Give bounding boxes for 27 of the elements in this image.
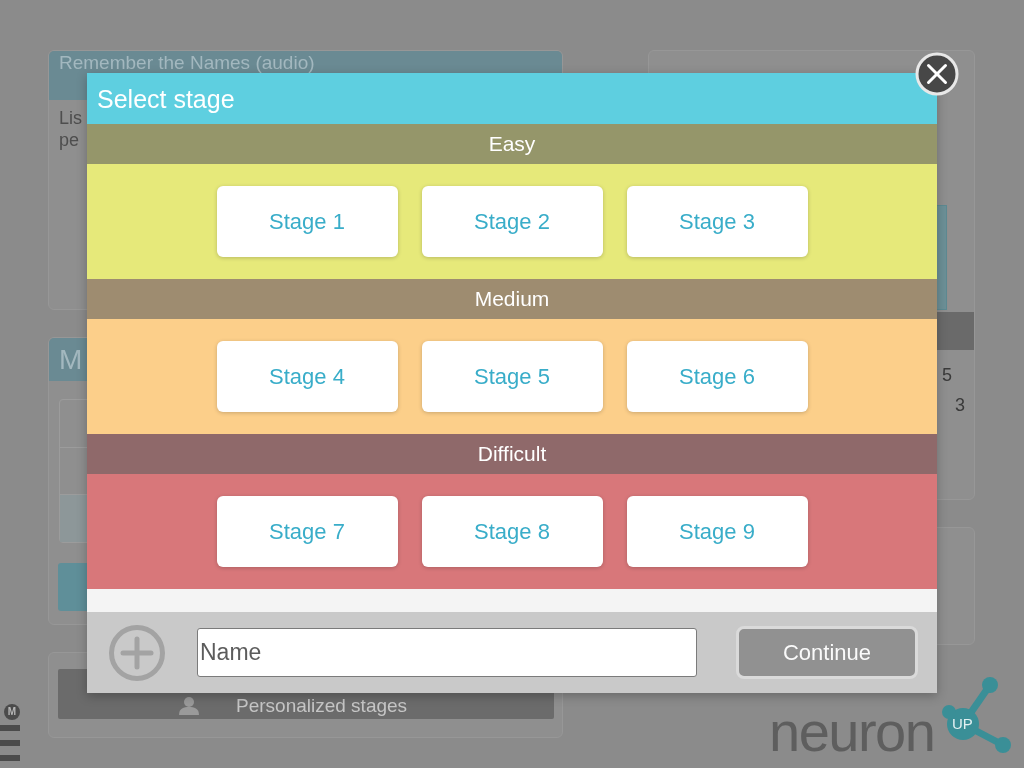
stage-button[interactable]: Stage 1 (216, 186, 398, 257)
info-text: 5 (942, 364, 952, 387)
description-text: Lis pe (59, 107, 82, 151)
add-button[interactable] (109, 624, 165, 681)
stage-button[interactable]: Stage 6 (626, 341, 808, 412)
close-icon (915, 52, 959, 96)
card-title: M (59, 343, 83, 377)
stage-button[interactable]: Stage 3 (626, 186, 808, 257)
stage-button[interactable]: Stage 5 (421, 341, 603, 412)
logo-badge-text: UP (952, 716, 973, 732)
menu-badge: M (4, 704, 20, 720)
level-heading: Difficult (87, 434, 937, 474)
dialog-title: Select stage (97, 83, 235, 114)
add-icon (109, 624, 165, 681)
close-button[interactable] (915, 52, 959, 96)
menu-icon[interactable] (0, 725, 20, 761)
stage-button[interactable]: Stage 8 (421, 496, 603, 567)
stage-button[interactable]: Stage 7 (216, 496, 398, 567)
stage-button[interactable]: Stage 2 (421, 186, 603, 257)
stage-button[interactable]: Stage 9 (626, 496, 808, 567)
stage-button[interactable]: Stage 4 (216, 341, 398, 412)
info-text: 3 (955, 394, 965, 417)
person-icon (178, 697, 200, 715)
card-title: Remember the Names (audio) (59, 52, 315, 73)
name-input[interactable]: Name (197, 628, 697, 677)
level-heading: Easy (87, 124, 937, 164)
level-heading: Medium (87, 279, 937, 319)
